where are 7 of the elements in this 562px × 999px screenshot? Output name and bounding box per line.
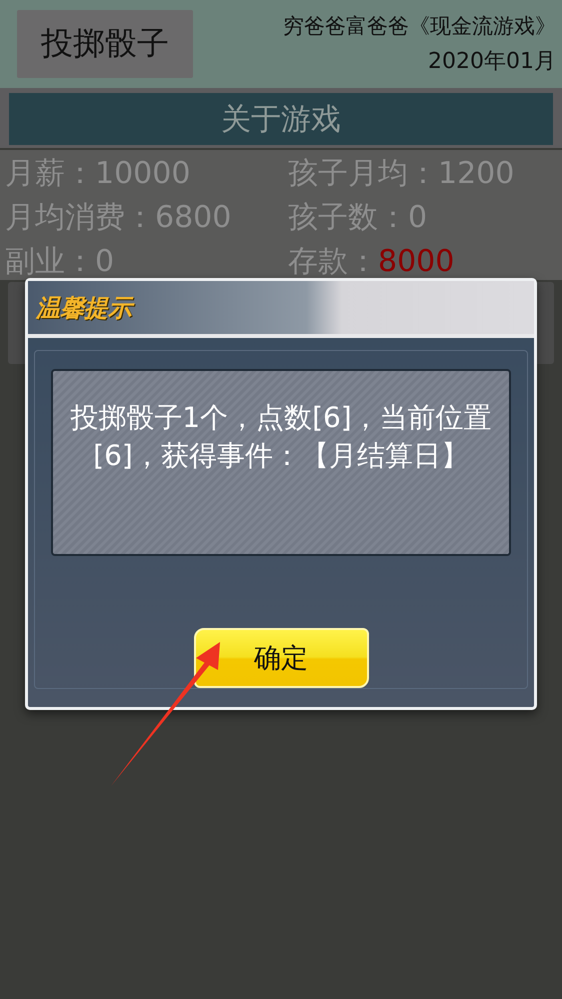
about-game-button[interactable]: 关于游戏 [9, 93, 553, 145]
stat-value: 8000 [378, 243, 454, 281]
roll-dice-button[interactable]: 投掷骰子 [17, 10, 193, 78]
confirm-button[interactable]: 确定 [194, 628, 368, 688]
game-date: 2020年01月 [428, 48, 556, 76]
game-title: 穷爸爸富爸爸《现金流游戏》 [283, 13, 556, 40]
message-text: 投掷骰子1个，点数[6]，当前位置[6]，获得事件：【月结算日】 [51, 369, 511, 556]
